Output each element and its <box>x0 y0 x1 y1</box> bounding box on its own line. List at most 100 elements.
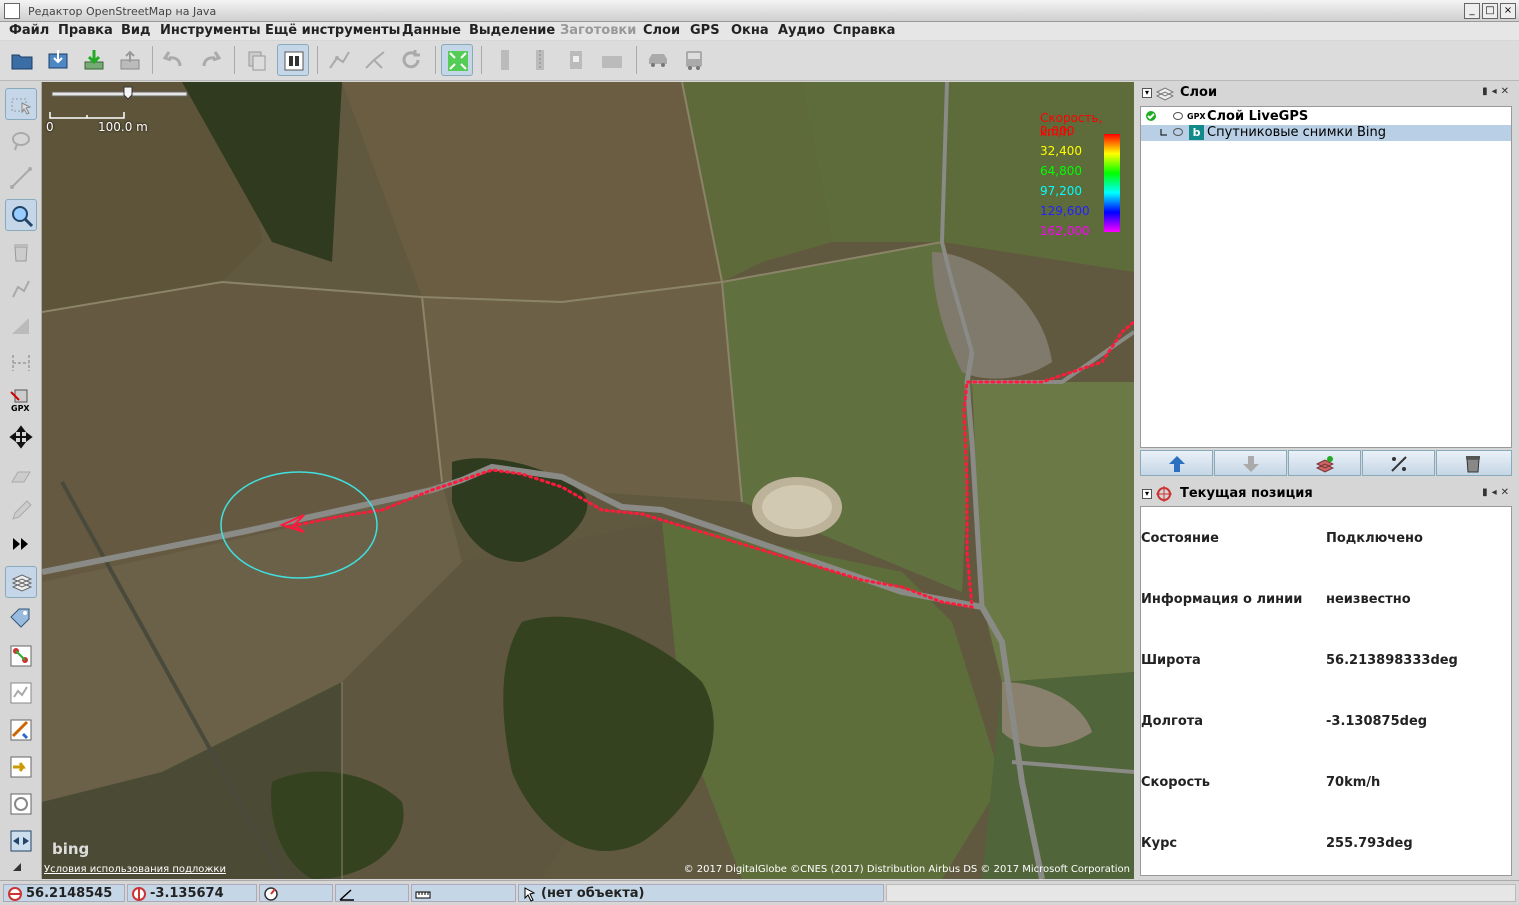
layer-name: Слой LiveGPS <box>1207 109 1309 124</box>
activate-layer-button[interactable] <box>1288 450 1361 476</box>
activate-layer-icon <box>1316 456 1334 473</box>
app-icon <box>4 3 20 19</box>
menu-layers[interactable]: Слои <box>643 23 680 38</box>
trash-icon <box>14 244 28 262</box>
split-way-button[interactable] <box>323 44 355 76</box>
distance-display[interactable] <box>411 884 516 902</box>
reverse-way-button[interactable] <box>395 44 427 76</box>
arrow-down-icon <box>1243 456 1259 472</box>
bus-preset-button[interactable] <box>678 44 710 76</box>
extrude-mode-button[interactable] <box>5 347 37 379</box>
orthogonal-button[interactable] <box>560 44 592 76</box>
parallel-mode-button[interactable] <box>5 310 37 342</box>
open-file-button[interactable] <box>6 44 38 76</box>
expand-toolbar-button[interactable] <box>5 857 37 875</box>
move-button[interactable] <box>5 421 37 453</box>
heading-display[interactable] <box>259 884 333 902</box>
more-modes-button[interactable] <box>5 528 37 560</box>
panel-window-buttons[interactable]: ▮◂✕ <box>1482 86 1513 97</box>
building-button[interactable] <box>5 458 37 490</box>
menu-selection[interactable]: Выделение <box>469 23 555 38</box>
maximize-button[interactable]: □ <box>1482 3 1498 19</box>
combine-way-button[interactable] <box>359 44 391 76</box>
bing-logo: bing <box>52 840 90 858</box>
history-button[interactable] <box>5 788 37 820</box>
align-line-button[interactable] <box>524 44 556 76</box>
longitude-value: -3.135674 <box>150 886 224 901</box>
upload-button[interactable] <box>114 44 146 76</box>
conflict-button[interactable] <box>5 825 37 857</box>
menu-gps[interactable]: GPS <box>690 23 720 38</box>
collapse-icon[interactable]: ▾ <box>1142 88 1152 98</box>
zoom-mode-button[interactable] <box>5 199 37 231</box>
lasso-mode-button[interactable] <box>5 125 37 157</box>
latitude-display[interactable]: 56.2148545 <box>3 884 125 902</box>
undo-button[interactable] <box>158 44 190 76</box>
preferences-button[interactable] <box>277 44 309 76</box>
draw-mode-button[interactable] <box>5 162 37 194</box>
visibility-eye-icon[interactable] <box>1173 112 1183 120</box>
imagery-terms-link[interactable]: Условия использования подложки <box>44 864 226 875</box>
menu-more-tools[interactable]: Ещё инструменты <box>265 23 400 38</box>
layer-actions <box>1140 450 1512 476</box>
align-vertical-icon <box>501 50 509 70</box>
menu-edit[interactable]: Правка <box>58 23 113 38</box>
close-button[interactable]: × <box>1500 3 1516 19</box>
menu-file[interactable]: Файл <box>9 23 49 38</box>
layer-row-livegps[interactable]: GPX Слой LiveGPS <box>1141 109 1511 125</box>
delete-mode-button[interactable] <box>5 236 37 268</box>
status-bar: 56.2148545 -3.135674 (нет объекта) <box>0 880 1519 905</box>
align-button[interactable] <box>489 44 521 76</box>
move-layer-up-button[interactable] <box>1140 450 1213 476</box>
active-layer-check-icon[interactable] <box>1145 110 1157 122</box>
menu-presets[interactable]: Заготовки <box>560 23 636 38</box>
select-mode-button[interactable] <box>5 88 37 120</box>
history-icon <box>10 793 32 815</box>
menu-help[interactable]: Справка <box>833 23 895 38</box>
visibility-eye-icon[interactable] <box>1173 128 1183 136</box>
map-view[interactable]: 0 100.0 m Скорость, km/h 0,000 32,400 64… <box>42 82 1134 879</box>
panel-window-buttons[interactable]: ▮◂✕ <box>1482 487 1513 498</box>
relations-toggle-button[interactable] <box>5 640 37 672</box>
collapse-icon[interactable]: ▾ <box>1142 489 1152 499</box>
download-data-button[interactable] <box>78 44 110 76</box>
angle-display[interactable] <box>335 884 409 902</box>
layer-row-bing[interactable]: b Спутниковые снимки Bing <box>1141 125 1511 141</box>
longitude-display[interactable]: -3.135674 <box>127 884 257 902</box>
car-icon <box>649 54 667 67</box>
rectangle-button[interactable] <box>596 44 628 76</box>
minimize-button[interactable]: _ <box>1464 3 1480 19</box>
gpx-tool-button[interactable]: GPX <box>5 384 37 416</box>
menu-tools[interactable]: Инструменты <box>160 23 261 38</box>
improve-way-button[interactable] <box>5 273 37 305</box>
tags-toggle-button[interactable] <box>5 603 37 635</box>
delete-layer-button[interactable] <box>1436 450 1512 476</box>
scale-distance-label: 100.0 m <box>98 120 148 134</box>
menu-data[interactable]: Данные <box>402 23 461 38</box>
menu-windows[interactable]: Окна <box>731 23 769 38</box>
layer-opacity-button[interactable] <box>1362 450 1435 476</box>
redo-button[interactable] <box>194 44 226 76</box>
window-title: Редактор OpenStreetMap на Java <box>28 5 217 18</box>
open-location-button[interactable] <box>42 44 74 76</box>
move-layer-down-button[interactable] <box>1214 450 1287 476</box>
menu-audio[interactable]: Аудио <box>778 23 825 38</box>
pencil-button[interactable] <box>5 495 37 527</box>
selection-list-button[interactable] <box>5 677 37 709</box>
zoom-to-data-button[interactable] <box>441 44 473 76</box>
layers-icon <box>11 574 33 592</box>
validator-button[interactable] <box>5 714 37 746</box>
compass-icon <box>264 887 278 901</box>
layers-toggle-button[interactable] <box>5 566 37 598</box>
car-preset-button[interactable] <box>642 44 674 76</box>
position-panel-title: Текущая позиция <box>1180 486 1313 501</box>
row-value: Подключено <box>1326 531 1423 546</box>
position-panel-header[interactable]: ▾ Текущая позиция ▮◂✕ <box>1136 483 1519 505</box>
menu-view[interactable]: Вид <box>121 23 151 38</box>
row-key: Курс <box>1141 836 1178 851</box>
copy-button[interactable] <box>241 44 273 76</box>
changesets-button[interactable] <box>5 751 37 783</box>
layers-panel-header[interactable]: ▾ Слои ▮◂✕ <box>1136 82 1519 104</box>
object-under-cursor-display[interactable]: (нет объекта) <box>518 884 884 902</box>
zoom-extent-icon <box>448 51 468 71</box>
